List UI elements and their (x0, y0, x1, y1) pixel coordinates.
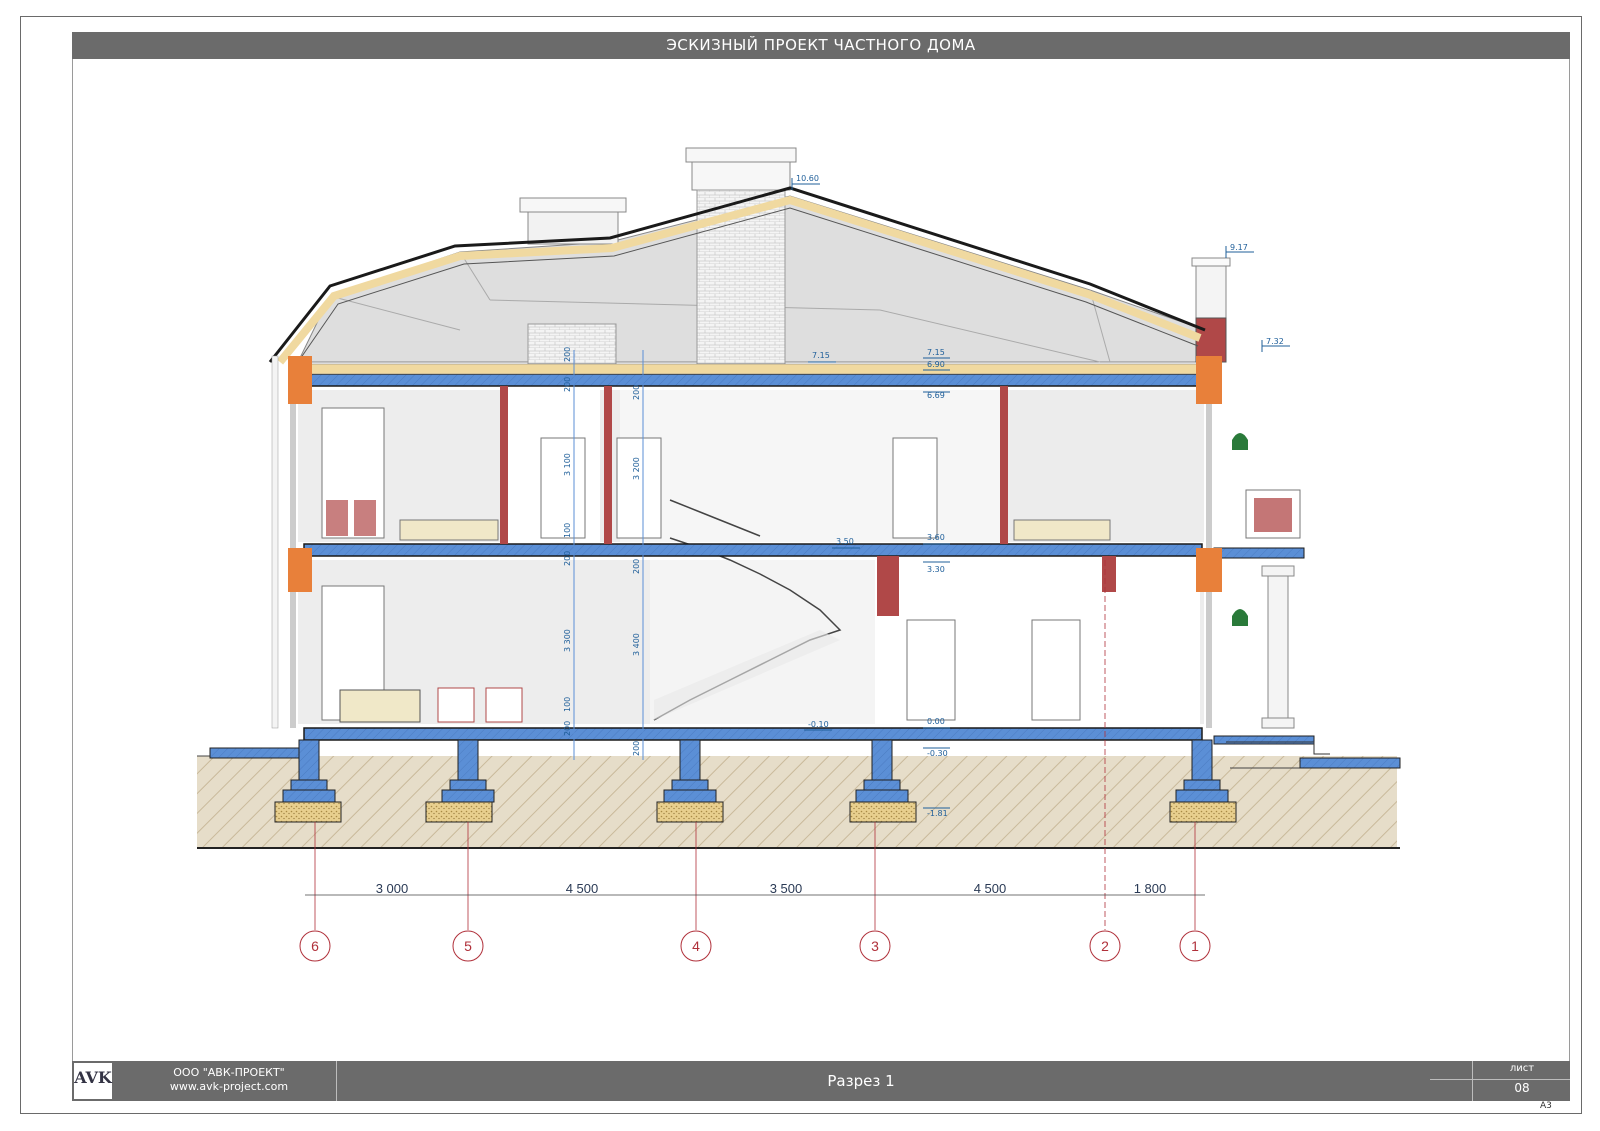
elev-ceiling-1: 3.30 (927, 565, 945, 574)
company-name: ООО "АВК-ПРОЕКТ" (173, 1066, 285, 1079)
sheet-label: лист (1509, 1063, 1535, 1074)
elev-attic-right: 7.15 (927, 348, 945, 357)
vdim-left-4: 3 100 (563, 453, 572, 476)
company-website: www.avk-project.com (169, 1080, 289, 1093)
elev-ridge: 10.60 (796, 174, 819, 183)
chimney-center (685, 147, 797, 365)
vdim-left-1: 200 (563, 721, 572, 736)
axis-marker-4: 4 (692, 938, 700, 954)
span-3-2: 4 500 (974, 881, 1007, 896)
elev-attic-left: 7.15 (812, 351, 830, 360)
axis-marker-1: 1 (1191, 938, 1199, 954)
axis-marker-6: 6 (311, 938, 319, 954)
second-floor (298, 390, 1204, 542)
sheet-name: Разрез 1 (827, 1072, 895, 1090)
elev-footing: -1.81 (927, 809, 948, 818)
elev-ground: -0.30 (927, 749, 948, 758)
company-logo: AVK (74, 1063, 112, 1099)
axis-marker-3: 3 (871, 938, 879, 954)
vdim-left-extra-3: 200 (563, 347, 572, 362)
span-4-3: 3 500 (770, 881, 803, 896)
span-5-4: 4 500 (566, 881, 599, 896)
vdim-left-3: 200 (563, 551, 572, 566)
elev-floor-1-right: 0.00 (927, 717, 945, 726)
elev-ceiling-2: 6.69 (927, 391, 945, 400)
vdim-left-2: 3 300 (563, 629, 572, 652)
vdim-left-extra-1: 100 (563, 697, 572, 712)
elev-floor-1-left: -0.10 (808, 720, 829, 729)
span-6-5: 3 000 (376, 881, 409, 896)
vdim-right-4: 3 200 (632, 457, 641, 480)
vdim-right-1: 200 (632, 741, 641, 756)
span-2-1: 1 800 (1134, 881, 1167, 896)
axis-marker-5: 5 (464, 938, 472, 954)
paper-format: А3 (1540, 1101, 1552, 1111)
elev-chimney: 9.17 (1230, 243, 1248, 252)
sheet-number: 08 (1514, 1081, 1530, 1095)
elev-attic-slab: 6.90 (927, 360, 945, 369)
vdim-left-5: 200 (563, 377, 572, 392)
vdim-right-2: 3 400 (632, 633, 641, 656)
axis-dimensions: 3 000 4 500 3 500 4 500 1 800 (376, 881, 1167, 896)
axis-markers: 6 5 4 3 2 1 (299, 930, 1211, 962)
stamp-separator (336, 1061, 337, 1101)
elev-floor-2-right: 3.60 (927, 533, 945, 542)
axis-marker-2: 2 (1101, 938, 1109, 954)
elev-floor-2-left: 3.50 (836, 537, 854, 546)
vdim-right-3: 200 (632, 559, 641, 574)
vdim-right-5: 200 (632, 385, 641, 400)
section-drawing: 200 3 300 200 3 100 200 100 100 200 200 … (197, 147, 1401, 962)
company-info: ООО "АВК-ПРОЕКТ" www.avk-project.com (124, 1066, 334, 1094)
vdim-left-extra-2: 100 (563, 523, 572, 538)
stamp-separator (1472, 1061, 1473, 1101)
title-block: AVK ООО "АВК-ПРОЕКТ" www.avk-project.com… (72, 1061, 1570, 1101)
elev-cornice: 7.32 (1266, 337, 1284, 346)
stamp-cell-line (1430, 1079, 1570, 1080)
